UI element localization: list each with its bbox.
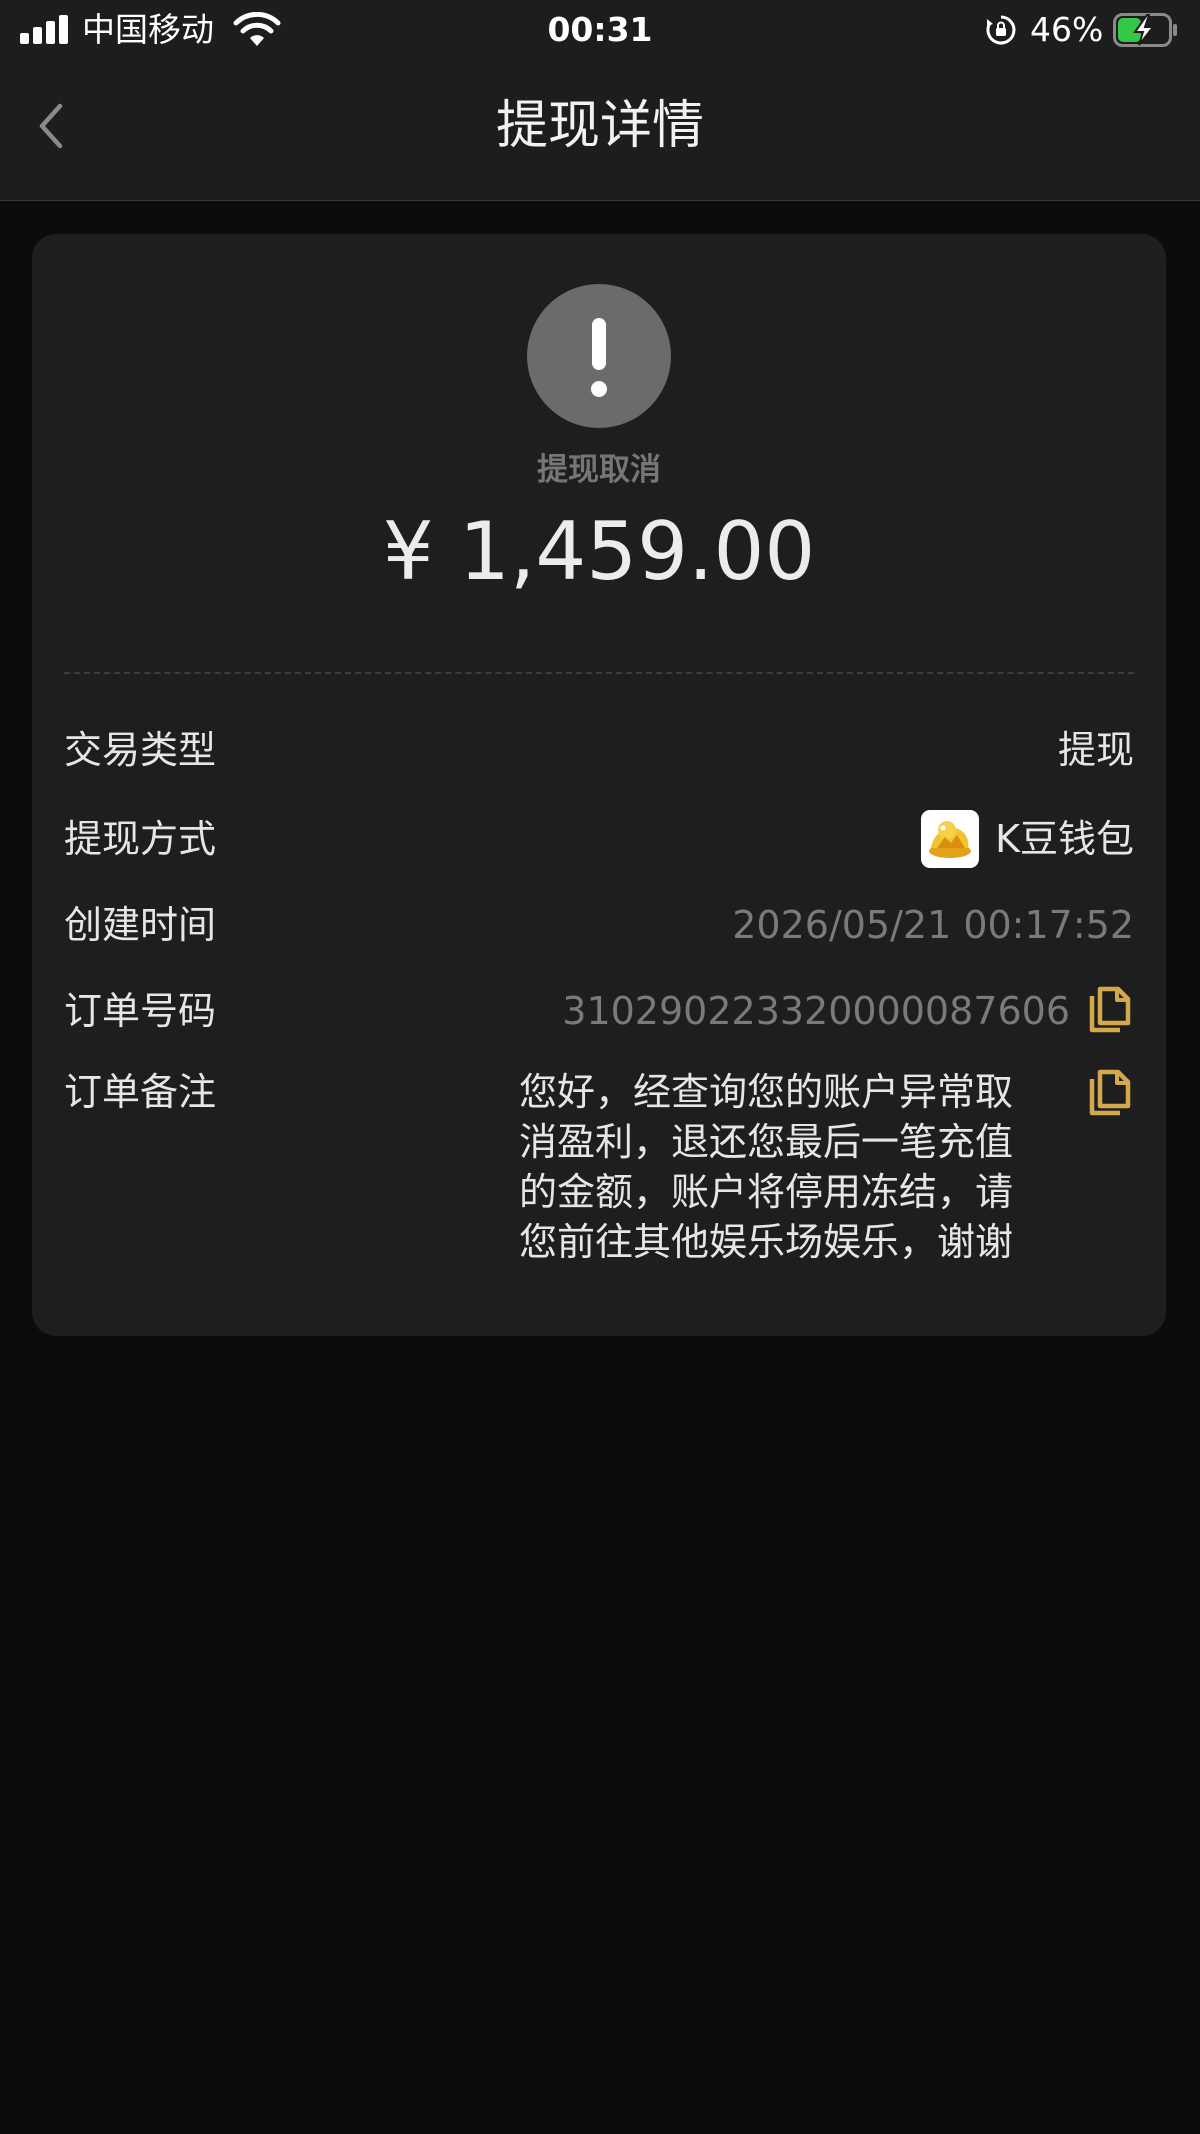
transaction-type-value: 提现: [1057, 728, 1134, 772]
withdrawal-method-label: 提现方式: [64, 817, 217, 861]
remark-line: 的金额，账户将停用冻结，请: [519, 1170, 1014, 1214]
remark-line: 您好，经查询您的账户异常取: [519, 1070, 1014, 1114]
withdrawal-status: 提现取消: [537, 452, 661, 488]
remark-line: 您前往其他娱乐场娱乐，谢谢: [519, 1220, 1014, 1264]
order-number-label: 订单号码: [64, 989, 217, 1033]
withdrawal-amount: ¥ 1,459.00: [382, 505, 816, 598]
order-remark-label: 订单备注: [64, 1070, 217, 1114]
created-time-value: 2026/05/21 00:17:52: [732, 903, 1134, 947]
copy-icon: [1089, 986, 1131, 1033]
copy-icon: [1089, 1069, 1131, 1116]
withdrawal-method-name: K豆钱包: [995, 817, 1134, 861]
navigation-bar: 提现详情: [0, 60, 1200, 201]
order-number-value: 310290223320000087606: [562, 989, 1070, 1033]
status-time: 00:31: [547, 10, 653, 49]
withdrawal-detail-card: 提现取消 ¥ 1,459.00 交易类型 提现 提现方式 K豆钱包 创建时间 2…: [32, 234, 1166, 1336]
remark-line: 消盈利，退还您最后一笔充值: [519, 1120, 1014, 1164]
status-bar: 中国移动 00:31 46%: [0, 0, 1200, 60]
page-title: 提现详情: [495, 96, 704, 156]
dashed-divider: [64, 672, 1134, 674]
transaction-type-label: 交易类型: [64, 728, 217, 772]
copy-remark-button[interactable]: [1088, 1069, 1132, 1117]
created-time-label: 创建时间: [64, 903, 217, 947]
k-wallet-logo: [921, 810, 980, 868]
rotation-lock-icon: [986, 15, 1016, 45]
battery-charging-icon: [1113, 13, 1177, 47]
exclamation-icon: [527, 284, 671, 428]
copy-order-number-button[interactable]: [1088, 986, 1132, 1034]
order-remark-text: 您好，经查询您的账户异常取 消盈利，退还您最后一笔充值 的金额，账户将停用冻结，…: [519, 1067, 1074, 1267]
battery-percent: 46%: [1030, 10, 1104, 49]
withdrawal-method-value: K豆钱包: [921, 810, 1134, 868]
